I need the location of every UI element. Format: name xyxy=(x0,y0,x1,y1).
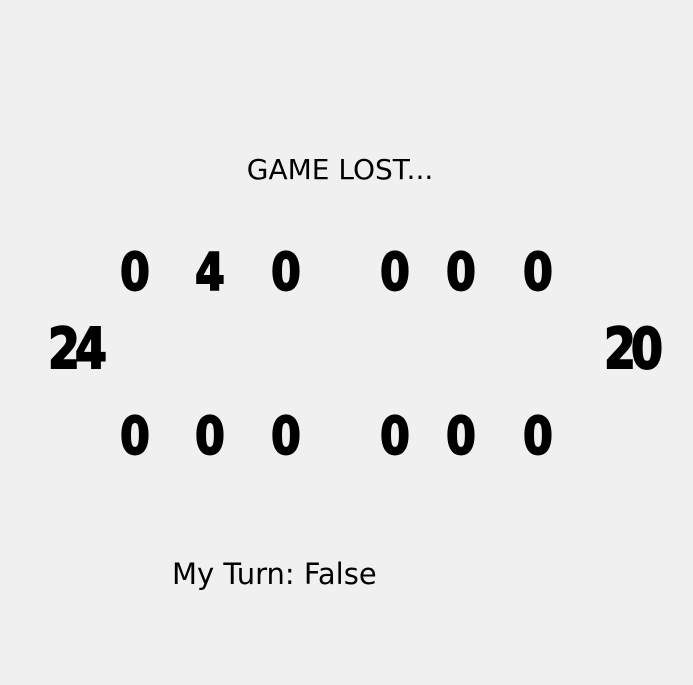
top-pit-2[interactable]: 4 xyxy=(187,238,233,308)
top-pit-3[interactable]: 0 xyxy=(263,238,309,308)
bottom-pit-3[interactable]: 0 xyxy=(263,402,309,472)
top-pit-4[interactable]: 0 xyxy=(372,238,418,308)
top-pit-1[interactable]: 0 xyxy=(112,238,158,308)
bottom-pit-1[interactable]: 0 xyxy=(112,402,158,472)
bottom-pit-5[interactable]: 0 xyxy=(438,402,484,472)
turn-indicator: My Turn: False xyxy=(172,557,377,591)
top-pit-5[interactable]: 0 xyxy=(438,238,484,308)
right-store: 20 xyxy=(603,316,664,383)
bottom-pit-4[interactable]: 0 xyxy=(372,402,418,472)
game-status-text: GAME LOST... xyxy=(246,153,434,186)
top-pit-6[interactable]: 0 xyxy=(515,238,561,308)
bottom-pit-6[interactable]: 0 xyxy=(515,402,561,472)
left-store: 24 xyxy=(47,316,108,383)
bottom-pit-2[interactable]: 0 xyxy=(187,402,233,472)
